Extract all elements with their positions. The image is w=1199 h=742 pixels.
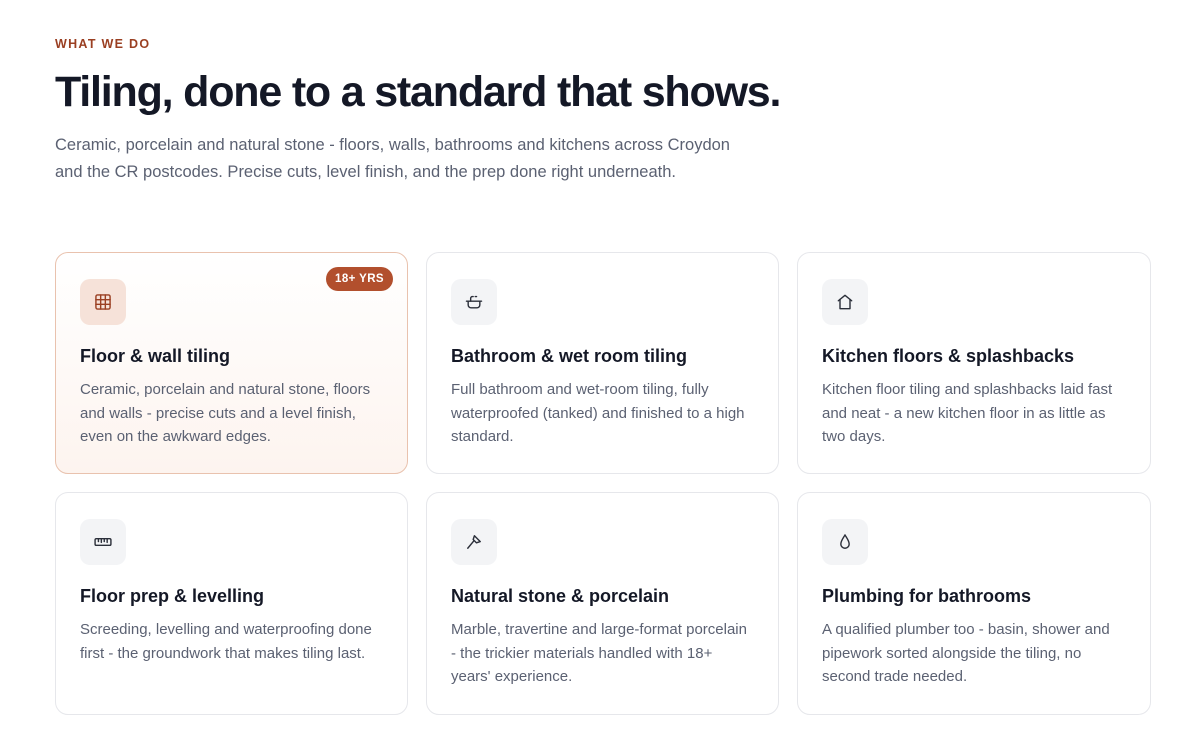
service-card-bathroom-tiling: Bathroom & wet room tiling Full bathroom…	[426, 252, 779, 474]
service-title: Kitchen floors & splashbacks	[822, 346, 1075, 366]
service-title: Natural stone & porcelain	[451, 586, 670, 606]
service-title: Bathroom & wet room tiling	[451, 346, 687, 366]
service-card-floor-wall-tiling: 18+ YRS Floor & wall tiling Ceramic, por…	[55, 252, 408, 474]
house-icon	[822, 279, 868, 325]
service-description: Full bathroom and wet-room tiling, fully…	[451, 381, 745, 445]
service-description: Marble, travertine and large-format porc…	[451, 621, 747, 685]
service-title: Floor & wall tiling	[80, 346, 230, 366]
grid-icon	[80, 279, 126, 325]
service-card-kitchen-floors: Kitchen floors & splashbacks Kitchen flo…	[797, 252, 1151, 474]
section-intro: Ceramic, porcelain and natural stone - f…	[55, 136, 730, 181]
services-grid: 18+ YRS Floor & wall tiling Ceramic, por…	[55, 252, 1151, 715]
ruler-icon	[80, 519, 126, 565]
service-description: Kitchen floor tiling and splashbacks lai…	[822, 381, 1113, 445]
service-card-natural-stone: Natural stone & porcelain Marble, traver…	[426, 492, 779, 715]
service-card-floor-prep: Floor prep & levelling Screeding, levell…	[55, 492, 408, 715]
trowel-icon	[451, 519, 497, 565]
services-header: WHAT WE DO Tiling, done to a standard th…	[55, 36, 1151, 185]
section-eyebrow: WHAT WE DO	[55, 37, 151, 51]
service-card-plumbing: Plumbing for bathrooms A qualified plumb…	[797, 492, 1151, 715]
service-description: Screeding, levelling and waterproofing d…	[80, 621, 372, 662]
service-description: A qualified plumber too - basin, shower …	[822, 621, 1110, 685]
section-headline: Tiling, done to a standard that shows.	[55, 68, 781, 116]
bathtub-icon	[451, 279, 497, 325]
droplet-icon	[822, 519, 868, 565]
experience-badge: 18+ YRS	[326, 267, 393, 291]
service-title: Floor prep & levelling	[80, 586, 265, 606]
service-description: Ceramic, porcelain and natural stone, fl…	[80, 381, 371, 445]
service-title: Plumbing for bathrooms	[822, 586, 1031, 606]
